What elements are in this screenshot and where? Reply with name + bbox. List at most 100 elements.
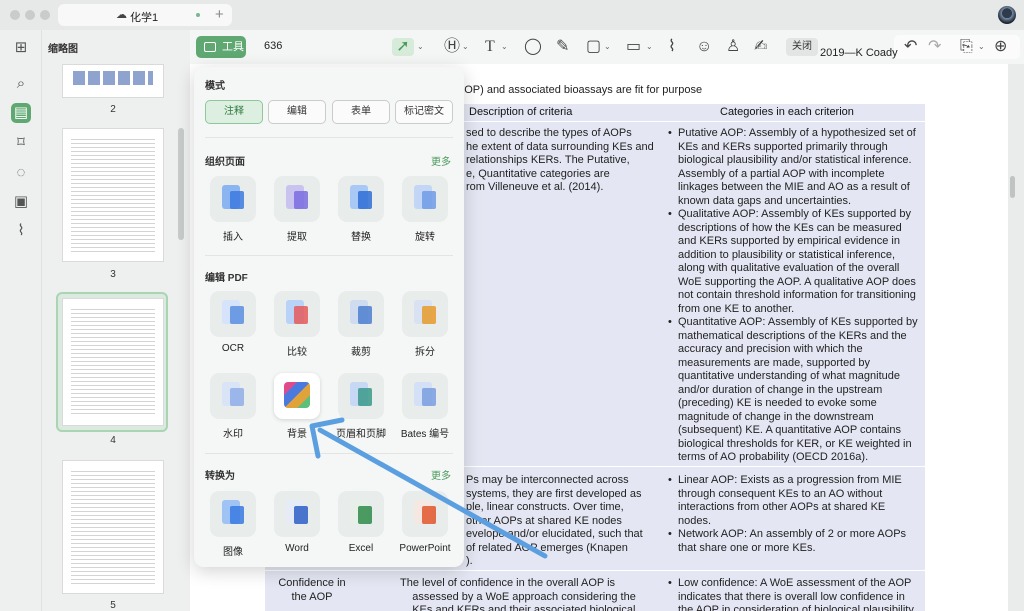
window-close-button[interactable] [10,10,20,20]
signature-icon[interactable]: ✍ [754,38,767,56]
document-scrollbar[interactable] [1010,176,1015,198]
split-tool[interactable]: 拆分 [395,291,455,358]
ai-assistant-icon[interactable]: ⊕ [994,38,1007,56]
left-icon-bar: ⊞ ⌕ ▤ ⌑ ◌ ▣ ⌇ [0,30,42,611]
bookmark-icon[interactable]: ⌑ [11,133,31,153]
organize-more-link[interactable]: 更多 [431,153,451,168]
sticker-icon[interactable]: ☺ [696,38,712,56]
save-icon[interactable]: ⎘ [960,38,973,56]
divider [205,137,453,138]
mode-annotate-button[interactable]: 注释 [205,100,263,124]
close-button[interactable]: 关闭 [786,38,818,56]
pen-icon[interactable]: ✎ [556,38,569,56]
page-thumbnail-4[interactable] [62,298,164,426]
avatar[interactable] [998,6,1016,24]
mode-form-button[interactable]: 表单 [332,100,390,124]
tool-label: Word [285,543,309,554]
page-number-label: 2 [110,104,116,115]
header-footer-tool[interactable]: 页眉和页脚 [331,373,391,440]
chevron-down-icon[interactable]: ⌄ [978,42,985,51]
tool-label: PowerPoint [399,543,451,554]
thumbnail-panel: 缩略图 2 3 4 5 [42,30,190,611]
main-toolbar: 工具 636 ➚ ⌄ Ⓗ ⌄ T ⌄ ◯ ✎ ▢ ⌄ ▭ ⌄ ⌇ ☺ ♙ ✍ 关… [190,30,1024,64]
select-cursor-icon[interactable]: ➚ [392,38,414,56]
edit-pdf-section-title: 编辑 PDF [205,273,248,284]
column-header: Description of criteria [469,106,573,118]
chevron-down-icon[interactable]: ⌄ [417,42,424,51]
compare-tool[interactable]: 比较 [267,291,327,358]
tool-label: Excel [348,543,374,554]
replace-page-icon [338,176,384,222]
ocr-icon [210,291,256,337]
convert-word-tool[interactable]: Word [267,491,327,554]
convert-image-tool[interactable]: 图像 [203,491,263,558]
convert-powerpoint-tool[interactable]: PowerPoint [395,491,455,554]
list-item: Linear AOP: Exists as a progression from… [668,474,920,528]
organize-section-title: 组织页面 [205,157,245,168]
shape-icon[interactable]: ▢ [586,38,601,56]
watermark-tool[interactable]: 水印 [203,373,263,440]
redo-icon[interactable]: ↷ [928,38,941,56]
rotate-tool[interactable]: 旋转 [395,176,455,243]
tab-title: 化学1 [130,12,159,24]
new-tab-button[interactable]: + [215,6,224,23]
paperclip-icon[interactable]: ⌇ [11,221,31,241]
ocr-tool[interactable]: OCR [203,291,263,354]
tool-label: 插入 [223,232,243,243]
attachment-list-icon[interactable]: ▣ [11,192,31,212]
tool-label: Bates 编号 [400,429,450,440]
window-minimize-button[interactable] [25,10,35,20]
mode-edit-button[interactable]: 编辑 [268,100,326,124]
search-icon[interactable]: ⌕ [11,74,31,94]
undo-icon[interactable]: ↶ [904,38,917,56]
extract-tool[interactable]: 提取 [267,176,327,243]
chevron-down-icon[interactable]: ⌄ [501,42,508,51]
page-thumbnail-3[interactable] [62,128,164,262]
list-item: Qualitative AOP: Assembly of KEs support… [668,208,920,316]
window-zoom-button[interactable] [40,10,50,20]
grid-view-icon[interactable]: ⊞ [11,38,31,58]
list-item: Low confidence: A WoE assessment of the … [668,577,920,611]
mode-redact-button[interactable]: 标记密文 [395,100,453,124]
thumbnails-icon[interactable]: ▤ [11,103,31,123]
insert-page-icon [210,176,256,222]
table-cell: Ps may be interconnected across systems,… [466,474,643,567]
title-bar: ☁ 化学1 + [0,0,1024,30]
page-number-label: 4 [110,435,116,446]
tools-button[interactable]: 工具 [196,36,246,58]
chevron-down-icon[interactable]: ⌄ [646,42,653,51]
convert-excel-tool[interactable]: Excel [331,491,391,554]
tool-label: 图像 [223,547,243,558]
column-header: Categories in each criterion [720,106,854,118]
word-file-icon [274,491,320,537]
stamp-icon[interactable]: ♙ [726,38,740,56]
comment-bubble-icon[interactable]: ◯ [524,38,542,56]
page-thumbnail-5[interactable] [62,460,164,594]
tool-label: 提取 [287,232,307,243]
table-row-label: Confidence in the AOP [278,577,346,603]
thumbnail-scrollbar[interactable] [178,128,184,240]
table-cell: sed to describe the types of AOPs he ext… [466,127,654,193]
tools-button-label: 工具 [222,41,244,53]
page-thumbnail-2[interactable] [62,64,164,98]
chevron-down-icon[interactable]: ⌄ [604,42,611,51]
convert-more-link[interactable]: 更多 [431,467,451,482]
chevron-down-icon[interactable]: ⌄ [462,42,469,51]
comment-icon[interactable]: ◌ [11,163,31,183]
measure-icon[interactable]: ▭ [626,38,641,56]
background-tool[interactable]: 背景 [267,373,327,440]
insert-tool[interactable]: 插入 [203,176,263,243]
document-tab[interactable]: ☁ 化学1 [58,4,232,26]
cloud-icon: ☁ [116,9,127,21]
page-number-field[interactable]: 636 [264,40,282,52]
attach-icon[interactable]: ⌇ [668,38,676,56]
table-cell: The level of confidence in the overall A… [400,577,636,611]
text-icon[interactable]: T [485,38,495,56]
highlight-icon[interactable]: Ⓗ [444,38,460,56]
crop-tool[interactable]: 裁剪 [331,291,391,358]
replace-tool[interactable]: 替换 [331,176,391,243]
sync-status-dot [196,13,200,17]
bates-number-tool[interactable]: Bates 编号 [395,373,455,440]
document-running-header: 2019—K Coady [820,47,898,59]
extract-page-icon [274,176,320,222]
